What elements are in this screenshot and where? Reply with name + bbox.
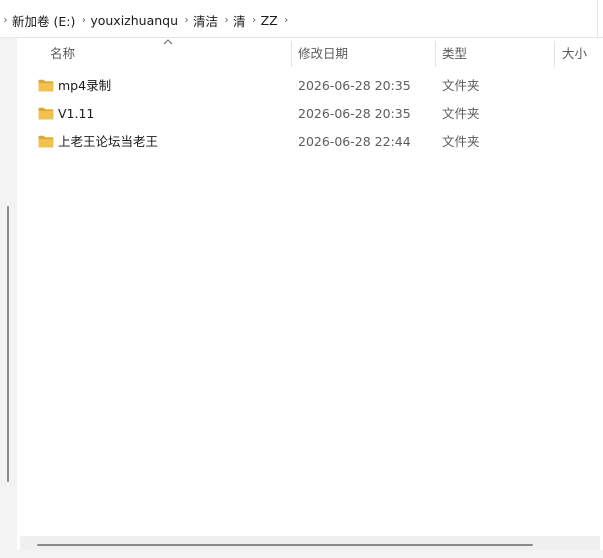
folder-icon — [38, 107, 54, 120]
file-type: 文件夹 — [442, 78, 480, 93]
file-explorer-window: › 新加卷 (E:) › youxizhuanqu › 清洁 › 清 › ZZ … — [0, 0, 603, 558]
file-modified-date: 2026-06-28 20:35 — [298, 106, 411, 121]
file-row-mp4[interactable]: mp4录制 2026-06-28 20:35 文件夹 — [17, 72, 603, 100]
navigation-pane-scrollbar[interactable] — [7, 206, 9, 482]
navigation-pane[interactable] — [0, 38, 17, 558]
column-header-type[interactable]: 类型 — [442, 38, 552, 70]
chevron-right-icon[interactable]: › — [281, 15, 292, 26]
column-header-modified[interactable]: 修改日期 — [298, 38, 438, 70]
chevron-right-icon[interactable]: › — [78, 15, 89, 26]
chevron-right-icon[interactable]: › — [221, 15, 232, 26]
file-row-v111[interactable]: V1.11 2026-06-28 20:35 文件夹 — [17, 100, 603, 128]
file-list: mp4录制 2026-06-28 20:35 文件夹 V1.11 2026-06… — [17, 72, 603, 156]
chevron-right-icon[interactable]: › — [0, 15, 11, 26]
folder-icon — [38, 135, 54, 148]
column-header-name[interactable]: 名称 — [50, 38, 290, 70]
breadcrumb-item-qingjie[interactable]: 清洁 — [192, 11, 221, 30]
breadcrumb-item-zz[interactable]: ZZ — [260, 13, 281, 28]
column-divider[interactable] — [435, 41, 436, 67]
file-type: 文件夹 — [442, 106, 480, 121]
address-bar-divider — [597, 0, 603, 38]
folder-icon — [38, 79, 54, 92]
file-name: V1.11 — [58, 106, 95, 121]
file-modified-date: 2026-06-28 22:44 — [298, 134, 411, 149]
column-divider[interactable] — [554, 41, 555, 67]
file-list-view[interactable]: 名称 修改日期 类型 大小 mp4录制 2026-06-28 20:35 文件夹 — [17, 38, 603, 558]
chevron-right-icon[interactable]: › — [181, 15, 192, 26]
file-name: 上老王论坛当老王 — [58, 134, 159, 149]
file-type: 文件夹 — [442, 134, 480, 149]
horizontal-scrollbar-thumb[interactable] — [37, 544, 533, 546]
column-divider[interactable] — [291, 41, 292, 67]
breadcrumb-item-drive[interactable]: 新加卷 (E:) — [11, 11, 78, 30]
file-modified-date: 2026-06-28 20:35 — [298, 78, 411, 93]
address-bar[interactable]: › 新加卷 (E:) › youxizhuanqu › 清洁 › 清 › ZZ … — [0, 0, 603, 38]
breadcrumb: › 新加卷 (E:) › youxizhuanqu › 清洁 › 清 › ZZ … — [0, 11, 292, 29]
file-name: mp4录制 — [58, 78, 112, 93]
file-row-laowang[interactable]: 上老王论坛当老王 2026-06-28 22:44 文件夹 — [17, 128, 603, 156]
status-strip — [17, 550, 603, 558]
chevron-right-icon[interactable]: › — [249, 15, 260, 26]
breadcrumb-item-qing[interactable]: 清 — [232, 11, 249, 30]
breadcrumb-item-youxizhuanqu[interactable]: youxizhuanqu — [89, 13, 181, 28]
column-header-row: 名称 修改日期 类型 大小 — [17, 38, 603, 70]
column-header-size[interactable]: 大小 — [562, 38, 603, 70]
horizontal-scrollbar[interactable] — [20, 536, 600, 550]
